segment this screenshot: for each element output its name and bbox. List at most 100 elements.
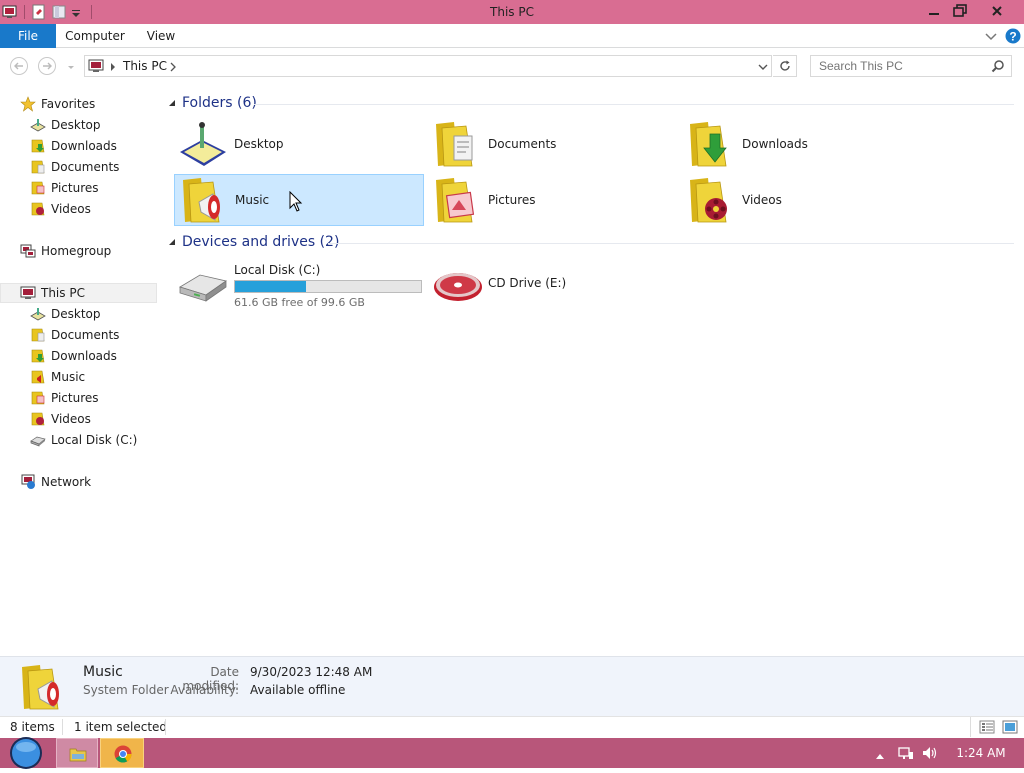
homegroup-icon (20, 243, 36, 259)
start-button[interactable] (6, 736, 46, 770)
pictures-folder-icon (30, 390, 46, 406)
folder-tile-pictures[interactable]: Pictures (428, 174, 678, 226)
nav-favorites[interactable]: Favorites (20, 94, 95, 114)
minimize-button[interactable] (920, 0, 948, 22)
group-header-devices[interactable]: Devices and drives (2) (168, 234, 339, 250)
search-box[interactable] (810, 55, 1012, 77)
taskbar-clock[interactable]: 1:24 AM (950, 746, 1012, 760)
nav-this-pc[interactable]: This PC (20, 283, 85, 303)
taskbar-file-explorer[interactable] (56, 738, 98, 768)
nav-favorites-desktop[interactable]: Desktop (30, 115, 101, 135)
folder-tile-desktop[interactable]: Desktop (174, 118, 424, 170)
nav-pc-pictures[interactable]: Pictures (30, 388, 99, 408)
collapse-triangle-icon (169, 100, 175, 106)
nav-homegroup[interactable]: Homegroup (20, 241, 111, 261)
folder-tile-documents[interactable]: Documents (428, 118, 678, 170)
close-icon (992, 6, 1002, 16)
drive-usage-bar (234, 280, 422, 293)
folder-tile-videos[interactable]: Videos (682, 174, 932, 226)
status-divider (165, 719, 166, 735)
group-header-label: Folders (6) (182, 95, 257, 111)
folder-label: Desktop (234, 137, 284, 151)
network-icon (20, 474, 36, 490)
group-header-label: Devices and drives (2) (182, 234, 340, 250)
star-icon (20, 96, 36, 112)
details-item-type: System Folder (83, 683, 169, 697)
content-pane: Folders (6) Desktop Documents Downloads … (158, 84, 1024, 656)
folder-label: Videos (742, 193, 782, 207)
drive-name: Local Disk (C:) (234, 263, 321, 277)
address-history-button[interactable] (757, 61, 769, 73)
cd-drive-icon (432, 261, 482, 305)
nav-pc-desktop[interactable]: Desktop (30, 304, 101, 324)
nav-favorites-downloads[interactable]: Downloads (30, 136, 117, 156)
nav-pc-downloads[interactable]: Downloads (30, 346, 117, 366)
nav-network[interactable]: Network (20, 472, 91, 492)
back-button[interactable] (10, 57, 28, 75)
nav-pc-videos[interactable]: Videos (30, 409, 91, 429)
chevron-right-icon[interactable] (109, 61, 117, 71)
ribbon: File Computer View ? (0, 24, 1024, 48)
drive-tile-e[interactable]: CD Drive (E:) (428, 258, 678, 308)
tab-file[interactable]: File (0, 24, 56, 48)
svg-text:?: ? (1009, 30, 1016, 44)
folder-label: Downloads (742, 137, 808, 151)
videos-folder-icon (686, 176, 736, 224)
tab-computer[interactable]: Computer (62, 24, 128, 48)
refresh-button[interactable] (773, 55, 797, 77)
desktop-icon (30, 306, 46, 322)
music-folder-icon (179, 176, 229, 224)
group-header-folders[interactable]: Folders (6) (168, 95, 257, 111)
details-date-value: 9/30/2023 12:48 AM (250, 665, 373, 679)
desktop-icon (30, 117, 46, 133)
status-item-count: 8 items (10, 720, 55, 734)
title-bar: This PC (0, 0, 1024, 24)
status-bar: 8 items 1 item selected (0, 716, 1024, 738)
nav-pc-local-disk[interactable]: Local Disk (C:) (30, 430, 137, 450)
details-availability-value: Available offline (250, 683, 346, 697)
documents-folder-icon (30, 159, 46, 175)
group-divider (254, 104, 1014, 105)
chevron-right-icon[interactable] (169, 61, 177, 72)
videos-folder-icon (30, 411, 46, 427)
nav-favorites-documents[interactable]: Documents (30, 157, 119, 177)
recent-locations-button[interactable] (66, 61, 76, 71)
help-button[interactable]: ? (1005, 28, 1021, 44)
maximize-button[interactable] (946, 0, 974, 22)
nav-pc-documents[interactable]: Documents (30, 325, 119, 345)
folder-tile-downloads[interactable]: Downloads (682, 118, 932, 170)
tab-view[interactable]: View (140, 24, 182, 48)
network-tray-icon[interactable] (898, 745, 914, 761)
breadcrumb-this-pc[interactable]: This PC (123, 59, 167, 73)
nav-favorites-videos[interactable]: Videos (30, 199, 91, 219)
downloads-folder-icon (30, 138, 46, 154)
expand-ribbon-button[interactable] (984, 29, 998, 43)
close-button[interactable] (982, 0, 1012, 22)
nav-favorites-pictures[interactable]: Pictures (30, 178, 99, 198)
status-divider (970, 717, 971, 737)
collapse-triangle-icon (169, 239, 175, 245)
details-view-button[interactable] (979, 720, 995, 734)
volume-tray-icon[interactable] (921, 745, 939, 761)
music-folder-icon (30, 369, 46, 385)
show-hidden-icons-button[interactable] (875, 749, 885, 759)
search-icon[interactable] (991, 59, 1005, 73)
documents-folder-icon (30, 327, 46, 343)
taskbar-chrome[interactable] (100, 738, 144, 768)
drive-tile-c[interactable]: Local Disk (C:) 61.6 GB free of 99.6 GB (174, 258, 424, 309)
large-icons-view-icon (1002, 720, 1018, 734)
music-folder-icon (18, 663, 68, 711)
address-bar[interactable]: This PC (84, 55, 772, 77)
search-input[interactable] (811, 56, 981, 76)
drive-info: Local Disk (C:) 61.6 GB free of 99.6 GB (234, 261, 424, 309)
nav-pc-music[interactable]: Music (30, 367, 85, 387)
desktop-icon (178, 120, 228, 168)
details-pane: Music System Folder Date modified: 9/30/… (0, 656, 1024, 716)
forward-button[interactable] (38, 57, 56, 75)
nav-label: Downloads (51, 349, 117, 363)
nav-label: Desktop (51, 307, 101, 321)
large-icons-view-button[interactable] (1002, 720, 1018, 734)
folder-label: Music (235, 193, 270, 207)
videos-folder-icon (30, 201, 46, 217)
folder-tile-music[interactable]: Music (174, 174, 424, 226)
